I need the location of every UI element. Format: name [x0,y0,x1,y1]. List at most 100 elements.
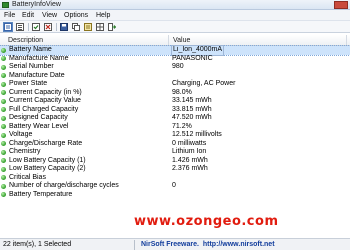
status-dot-icon [1,64,6,70]
status-separator [134,240,135,250]
table-row[interactable]: Low Battery Capacity (2) 2.376 mWh [0,165,350,174]
row-value: 0 [172,182,176,189]
table-row[interactable]: Battery Wear Level 71.2% [0,123,350,132]
status-dot-icon [1,175,6,180]
table-row[interactable]: Number of charge/discharge cycles 0 [0,182,350,191]
menu-bar: File Edit View Options Help [0,10,350,21]
row-description: Battery Name [9,46,52,53]
status-credit: NirSoft Freeware. http://www.nirsoft.net [141,241,275,248]
row-description: Battery Wear Level [9,122,69,130]
status-dot-icon [1,47,6,53]
toolbar-separator [28,23,29,31]
row-description: Current Capacity (in %) [9,88,82,96]
battery-info-list[interactable]: Description Value Battery Name Li_Ion_400… [0,35,350,237]
table-row[interactable]: Battery Name Li_Ion_4000mA [0,45,350,56]
row-value: 2.376 mWh [172,165,208,172]
status-dot-icon [1,56,6,61]
menu-view[interactable]: View [42,12,57,19]
row-value: 33.815 mWh [172,105,212,113]
view-mode-icon[interactable] [3,22,13,32]
toolbar [0,21,350,33]
row-value: Lithium Ion [172,148,207,155]
row-value: 1.426 mWh [172,156,208,164]
row-value: 98.0% [172,88,192,96]
nirsoft-link[interactable]: http://www.nirsoft.net [203,241,275,248]
watermark-text: www.ozongeo.com [134,214,279,229]
close-window-button[interactable] [334,1,348,9]
status-dot-icon [1,90,6,95]
status-dot-icon [1,158,6,163]
table-row[interactable]: Voltage 12.512 millivolts [0,131,350,140]
row-description: Manufacture Name [9,54,69,62]
status-bar: 22 item(s), 1 Selected NirSoft Freeware.… [0,238,350,250]
row-description: Chemistry [9,148,41,155]
row-value: 33.145 mWh [172,97,212,104]
row-value: 980 [172,63,184,70]
row-value: 47.520 mWh [172,114,212,121]
status-dot-icon [1,81,6,87]
column-description[interactable]: Description [8,37,43,44]
row-description: Manufacture Date [9,71,65,79]
status-dot-icon [1,132,6,138]
list-icon[interactable] [15,22,25,32]
row-description: Charge/Discharge Rate [9,139,83,147]
toolbar-separator [56,23,57,31]
table-row[interactable]: Power State Charging, AC Power [0,80,350,89]
row-description: Number of charge/discharge cycles [9,182,119,189]
list-header: Description Value [0,35,350,46]
table-row[interactable]: Chemistry Lithium Ion [0,148,350,157]
menu-help[interactable]: Help [96,12,110,19]
row-value: 71.2% [172,122,192,130]
table-row[interactable]: Battery Temperature [0,191,350,200]
row-description: Critical Bias [9,173,46,181]
table-row[interactable]: Manufacture Name PANASONIC [0,55,350,64]
exit-icon[interactable] [107,22,117,32]
row-description: Full Charged Capacity [9,105,79,113]
table-row[interactable]: Low Battery Capacity (1) 1.426 mWh [0,157,350,166]
table-row[interactable]: Designed Capacity 47.520 mWh [0,114,350,123]
list-rows: Battery Name Li_Ion_4000mA Manufacture Nam… [0,45,350,200]
row-description: Designed Capacity [9,114,68,121]
status-dot-icon [1,115,6,121]
menu-edit[interactable]: Edit [22,12,34,19]
row-description: Current Capacity Value [9,97,81,104]
window-title: BatteryInfoView [12,1,61,8]
status-dot-icon [1,192,6,197]
status-dot-icon [1,141,6,146]
row-description: Voltage [9,131,33,138]
row-description: Serial Number [9,63,54,70]
app-icon [2,2,9,8]
status-dot-icon [1,98,6,104]
status-dot-icon [1,149,6,155]
copy-icon[interactable] [71,22,81,32]
table-row[interactable]: Full Charged Capacity 33.815 mWh [0,106,350,115]
check-icon[interactable] [31,22,41,32]
column-divider[interactable] [346,35,347,46]
row-value: PANASONIC [172,54,213,62]
status-dot-icon [1,166,6,172]
table-row[interactable]: Manufacture Date [0,72,350,81]
row-value: 0 milliwatts [172,139,207,147]
table-row[interactable]: Critical Bias [0,174,350,183]
properties-icon[interactable] [83,22,93,32]
status-item-count: 22 item(s), 1 Selected [3,241,72,248]
row-description: Battery Temperature [9,190,73,198]
menu-file[interactable]: File [4,12,15,19]
table-row[interactable]: Current Capacity Value 33.145 mWh [0,97,350,106]
table-row[interactable]: Serial Number 980 [0,63,350,72]
title-bar: BatteryInfoView [0,0,350,10]
status-dot-icon [1,183,6,189]
credit-text: NirSoft Freeware. [141,241,199,248]
row-value: Li_Ion_4000mA [170,45,225,56]
column-divider[interactable] [168,35,169,46]
row-description: Low Battery Capacity (1) [9,156,86,164]
menu-options[interactable]: Options [64,12,88,19]
save-icon[interactable] [59,22,69,32]
table-row[interactable]: Charge/Discharge Rate 0 milliwatts [0,140,350,149]
column-value[interactable]: Value [173,37,190,44]
grid-icon[interactable] [95,22,105,32]
close-icon[interactable] [43,22,53,32]
status-dot-icon [1,107,6,112]
status-dot-icon [1,124,6,129]
table-row[interactable]: Current Capacity (in %) 98.0% [0,89,350,98]
